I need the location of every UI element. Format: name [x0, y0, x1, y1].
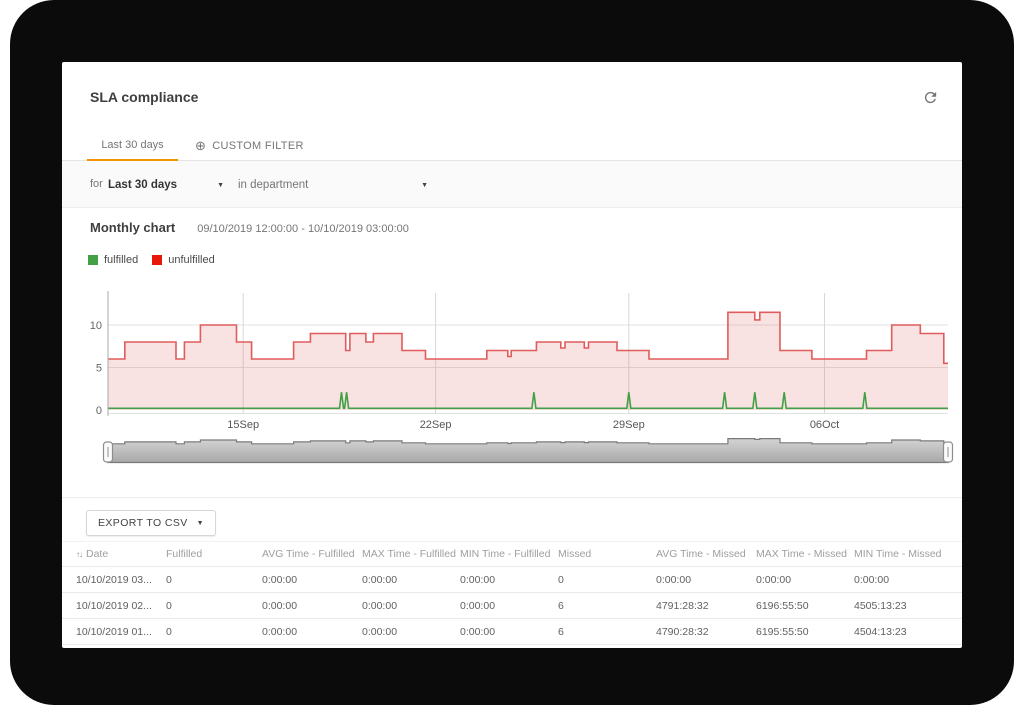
column-header-date[interactable]: ↑↓Date — [76, 548, 166, 560]
table-cell: 0:00:00 — [362, 626, 460, 638]
table-cell: 10/10/2019 01... — [76, 626, 166, 638]
export-button-label: EXPORT TO CSV — [98, 517, 188, 529]
legend-label: fulfilled — [104, 254, 138, 266]
chart-title: Monthly chart — [90, 220, 175, 235]
table-row: 10/10/2019 02...00:00:000:00:000:00:0064… — [62, 593, 962, 619]
table-cell: 6195:55:50 — [756, 626, 854, 638]
svg-text:15Sep: 15Sep — [227, 419, 259, 431]
table-cell: 0:00:00 — [460, 600, 558, 612]
tab-custom-filter[interactable]: ⊕ CUSTOM FILTER — [195, 130, 304, 161]
column-header-max-time-missed[interactable]: MAX Time - Missed — [756, 548, 854, 560]
svg-text:5: 5 — [96, 363, 102, 375]
monthly-chart: 0 5 10 15Sep 22Sep 29Sep 06Oct — [78, 287, 962, 502]
column-header-max-time-fulfilled[interactable]: MAX Time - Fulfilled — [362, 548, 460, 560]
sla-table: ↑↓DateFulfilledAVG Time - FulfilledMAX T… — [62, 541, 962, 645]
table-cell: 0:00:00 — [262, 626, 362, 638]
table-cell: 0 — [166, 600, 262, 612]
table-cell: 0:00:00 — [460, 626, 558, 638]
table-header-row: ↑↓DateFulfilledAVG Time - FulfilledMAX T… — [62, 541, 962, 567]
table-cell: 0 — [558, 574, 656, 586]
navigator-area[interactable] — [108, 439, 948, 463]
column-header-avg-time-missed[interactable]: AVG Time - Missed — [656, 548, 756, 560]
table-cell: 0 — [166, 574, 262, 586]
fulfilled-swatch — [88, 255, 98, 265]
table-cell: 0:00:00 — [460, 574, 558, 586]
period-select[interactable]: Last 30 days ▼ — [108, 173, 224, 197]
table-cell: 0:00:00 — [656, 574, 756, 586]
sla-compliance-panel: SLA compliance Last 30 days ⊕ CUSTOM FIL… — [62, 62, 962, 648]
sort-icon[interactable]: ↑↓ — [76, 550, 82, 559]
filter-bar: for Last 30 days ▼ in department ▼ — [62, 161, 962, 208]
circle-plus-icon: ⊕ — [195, 139, 206, 152]
tab-bar: Last 30 days ⊕ CUSTOM FILTER — [62, 130, 962, 161]
tab-last-30-days[interactable]: Last 30 days — [87, 130, 178, 161]
svg-text:06Oct: 06Oct — [810, 419, 839, 431]
table-cell: 0 — [166, 626, 262, 638]
table-cell: 0:00:00 — [262, 574, 362, 586]
chevron-down-icon: ▼ — [421, 182, 428, 189]
chevron-down-icon: ▼ — [197, 520, 204, 527]
table-cell: 0:00:00 — [362, 600, 460, 612]
column-header-fulfilled[interactable]: Fulfilled — [166, 548, 262, 560]
refresh-icon-glyph — [922, 89, 939, 106]
table-cell: 6196:55:50 — [756, 600, 854, 612]
chart-date-range: 09/10/2019 12:00:00 - 10/10/2019 03:00:0… — [197, 223, 409, 235]
tab-label: Last 30 days — [101, 139, 163, 151]
column-header-missed[interactable]: Missed — [558, 548, 656, 560]
chart-legend: fulfilled unfulfilled — [88, 254, 215, 266]
chevron-down-icon: ▼ — [217, 182, 224, 189]
department-select[interactable]: in department ▼ — [238, 173, 428, 197]
svg-text:29Sep: 29Sep — [613, 419, 645, 431]
navigator-left-handle[interactable] — [104, 442, 113, 462]
table-cell: 0:00:00 — [756, 574, 854, 586]
legend-item-unfulfilled: unfulfilled — [152, 254, 214, 266]
tab-label: CUSTOM FILTER — [212, 131, 304, 161]
table-cell: 4790:28:32 — [656, 626, 756, 638]
svg-text:22Sep: 22Sep — [420, 419, 452, 431]
table-row: 10/10/2019 01...00:00:000:00:000:00:0064… — [62, 619, 962, 645]
column-header-min-time-fulfilled[interactable]: MIN Time - Fulfilled — [460, 548, 558, 560]
table-cell: 10/10/2019 02... — [76, 600, 166, 612]
chart-section-header: Monthly chart 09/10/2019 12:00:00 - 10/1… — [90, 220, 409, 235]
legend-item-fulfilled: fulfilled — [88, 254, 138, 266]
column-header-min-time-missed[interactable]: MIN Time - Missed — [854, 548, 948, 560]
refresh-icon[interactable] — [920, 87, 940, 107]
filter-for-label: for — [90, 178, 103, 190]
table-row: 10/10/2019 03...00:00:000:00:000:00:0000… — [62, 567, 962, 593]
table-cell: 6 — [558, 600, 656, 612]
svg-text:0: 0 — [96, 405, 102, 417]
svg-text:10: 10 — [90, 320, 102, 332]
navigator-right-handle[interactable] — [944, 442, 953, 462]
table-cell: 10/10/2019 03... — [76, 574, 166, 586]
table-section: EXPORT TO CSV ▼ ↑↓DateFulfilledAVG Time … — [62, 497, 962, 648]
department-select-value: in department — [238, 179, 308, 191]
table-cell: 6 — [558, 626, 656, 638]
table-cell: 4505:13:23 — [854, 600, 948, 612]
table-cell: 4791:28:32 — [656, 600, 756, 612]
page-title: SLA compliance — [90, 89, 198, 105]
table-cell: 4504:13:23 — [854, 626, 948, 638]
legend-label: unfulfilled — [168, 254, 214, 266]
column-header-avg-time-fulfilled[interactable]: AVG Time - Fulfilled — [262, 548, 362, 560]
table-cell: 0:00:00 — [262, 600, 362, 612]
table-cell: 0:00:00 — [854, 574, 948, 586]
export-to-csv-button[interactable]: EXPORT TO CSV ▼ — [86, 510, 216, 536]
period-select-value: Last 30 days — [108, 179, 177, 191]
table-cell: 0:00:00 — [362, 574, 460, 586]
unfulfilled-swatch — [152, 255, 162, 265]
